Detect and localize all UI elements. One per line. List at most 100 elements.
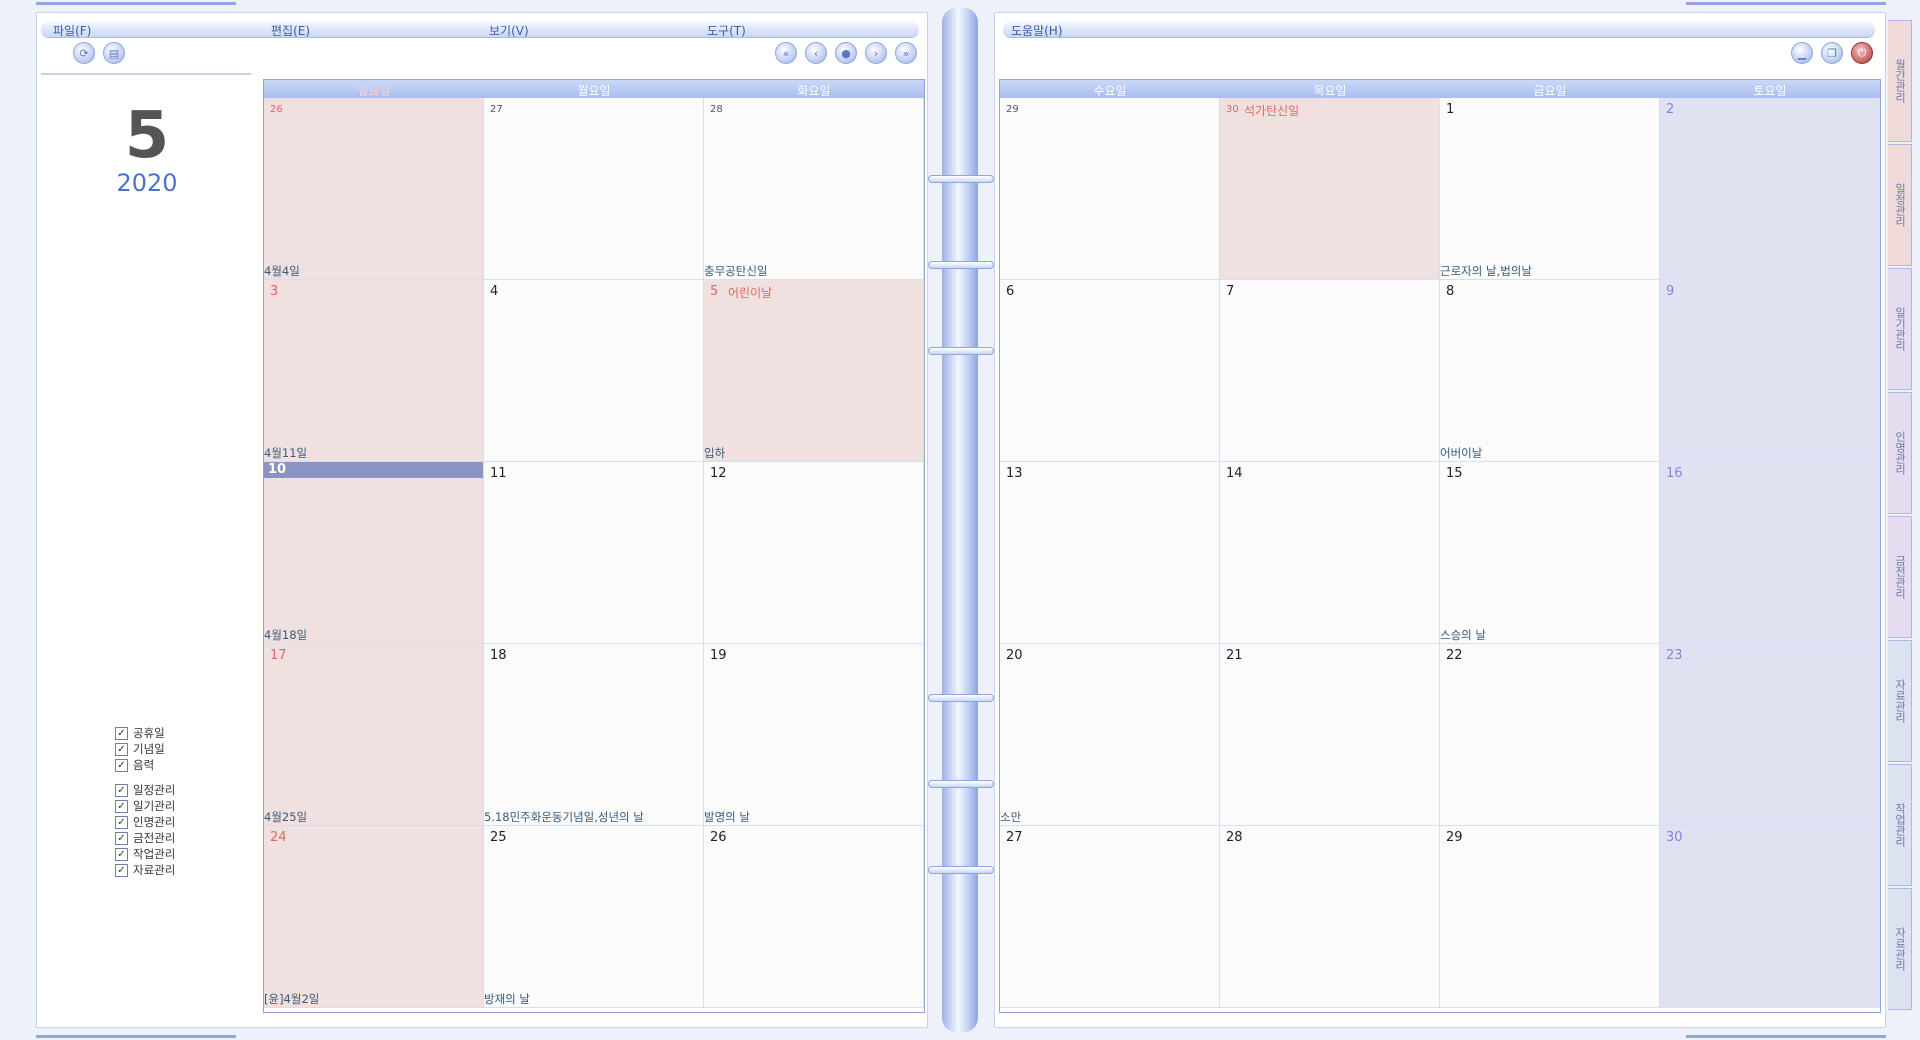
day-number: 30 <box>1666 830 1683 845</box>
binder-ring <box>928 780 994 788</box>
side-tab[interactable]: 인명관리 <box>1888 392 1912 514</box>
checkbox-icon[interactable]: ✓ <box>115 831 128 845</box>
day-cell[interactable]: 13 <box>1000 462 1220 644</box>
day-cell[interactable]: 3 4월11일 <box>264 280 484 462</box>
checkbox-icon[interactable]: ✓ <box>115 742 128 756</box>
day-cell[interactable]: 27 <box>484 98 704 280</box>
checkbox-row[interactable]: ✓ 기념일 <box>115 741 165 757</box>
day-cell[interactable]: 1 근로자의 날,법의날 <box>1440 98 1660 280</box>
checkbox-icon[interactable]: ✓ <box>115 726 128 740</box>
prev-page-icon[interactable]: ‹ <box>805 42 827 64</box>
next-page-icon[interactable]: › <box>865 42 887 64</box>
day-cell[interactable]: 5 어린이날 입하 <box>704 280 924 462</box>
checkbox-row[interactable]: ✓ 일기관리 <box>115 798 175 814</box>
day-cell[interactable]: 10 4월18일 <box>264 462 484 644</box>
day-cell[interactable]: 14 <box>1220 462 1440 644</box>
side-tab[interactable]: 작업관리 <box>1888 764 1912 886</box>
day-cell[interactable]: 28 충무공탄신일 <box>704 98 924 280</box>
checkbox-row[interactable]: ✓ 금전관리 <box>115 830 175 846</box>
day-cell[interactable]: 30 <box>1660 826 1880 1008</box>
day-cell[interactable]: 19 발명의 날 <box>704 644 924 826</box>
day-number: 1 <box>1446 102 1455 117</box>
side-tab[interactable]: 금전관리 <box>1888 516 1912 638</box>
day-cell[interactable]: 24 [윤]4월2일 <box>264 826 484 1008</box>
day-cell[interactable]: 25 방재의 날 <box>484 826 704 1008</box>
day-cell[interactable]: 8 어버이날 <box>1440 280 1660 462</box>
menu-tools[interactable]: 도구(T) <box>707 22 746 39</box>
checkbox-row[interactable]: ✓ 공휴일 <box>115 725 165 741</box>
day-number: 22 <box>1446 648 1463 663</box>
day-number: 28 <box>1226 830 1243 845</box>
day-cell[interactable]: 20 소만 <box>1000 644 1220 826</box>
day-number: 12 <box>710 466 727 481</box>
day-cell[interactable]: 30 석가탄신일 <box>1220 98 1440 280</box>
refresh-icon[interactable]: ⟳ <box>73 42 95 64</box>
day-number: 19 <box>710 648 727 663</box>
day-cell[interactable]: 11 <box>484 462 704 644</box>
day-number: 10 <box>268 462 287 477</box>
checkbox-icon[interactable]: ✓ <box>115 863 128 877</box>
side-tab[interactable]: 월간관리 <box>1888 20 1912 142</box>
day-cell[interactable]: 4 <box>484 280 704 462</box>
checkbox-row[interactable]: ✓ 자료관리 <box>115 862 175 878</box>
day-note: 4월4일 <box>264 264 300 278</box>
menu-help[interactable]: 도움말(H) <box>1011 22 1063 39</box>
menu-file[interactable]: 파일(F) <box>53 22 91 39</box>
day-cell[interactable]: 26 4월4일 <box>264 98 484 280</box>
menu-edit[interactable]: 편집(E) <box>271 22 310 39</box>
minimize-icon[interactable]: ▁ <box>1791 42 1813 64</box>
print-icon[interactable]: ▤ <box>103 42 125 64</box>
day-cell[interactable]: 15 스승의 날 <box>1440 462 1660 644</box>
checkbox-icon[interactable]: ✓ <box>115 799 128 813</box>
day-cell[interactable]: 17 4월25일 <box>264 644 484 826</box>
power-icon[interactable]: ⏻ <box>1851 42 1873 64</box>
weekday-header: 월요일 <box>577 84 611 98</box>
checkbox-icon[interactable]: ✓ <box>115 847 128 861</box>
binder-ring <box>928 694 994 702</box>
first-page-icon[interactable]: « <box>775 42 797 64</box>
checkbox-label: 음력 <box>133 758 155 772</box>
day-number: 20 <box>1006 648 1023 663</box>
day-cell[interactable]: 28 <box>1220 826 1440 1008</box>
day-cell[interactable]: 21 <box>1220 644 1440 826</box>
day-note: 입하 <box>704 446 726 460</box>
day-cell[interactable]: 6 <box>1000 280 1220 462</box>
side-tab[interactable]: 일기관리 <box>1888 268 1912 390</box>
day-number: 26 <box>710 830 727 845</box>
checkbox-row[interactable]: ✓ 작업관리 <box>115 846 175 862</box>
day-cell[interactable]: 7 <box>1220 280 1440 462</box>
side-tab[interactable]: 자료관리 <box>1888 888 1912 1010</box>
day-number: 4 <box>490 284 499 299</box>
last-page-icon[interactable]: » <box>895 42 917 64</box>
day-cell[interactable]: 2 <box>1660 98 1880 280</box>
year-number: 2020 <box>116 169 178 197</box>
day-number: 26 <box>270 104 283 115</box>
day-cell[interactable]: 23 <box>1660 644 1880 826</box>
day-cell[interactable]: 29 <box>1000 98 1220 280</box>
checkbox-row[interactable]: ✓ 일정관리 <box>115 782 175 798</box>
side-tab[interactable]: 일정관리 <box>1888 144 1912 266</box>
menu-view[interactable]: 보기(V) <box>489 22 529 39</box>
day-number: 7 <box>1226 284 1235 299</box>
day-number: 16 <box>1666 466 1683 481</box>
binder-spine <box>942 8 978 1032</box>
day-cell[interactable]: 29 <box>1440 826 1660 1008</box>
today-icon[interactable]: ● <box>835 42 857 64</box>
day-cell[interactable]: 12 <box>704 462 924 644</box>
corner-bottom-right <box>1686 1035 1886 1038</box>
checkbox-icon[interactable]: ✓ <box>115 758 128 772</box>
day-cell[interactable]: 16 <box>1660 462 1880 644</box>
day-cell[interactable]: 26 <box>704 826 924 1008</box>
checkbox-row[interactable]: ✓ 음력 <box>115 757 154 773</box>
day-note: 발명의 날 <box>704 810 750 824</box>
side-tab[interactable]: 자료관리 <box>1888 640 1912 762</box>
checkbox-icon[interactable]: ✓ <box>115 815 128 829</box>
checkbox-icon[interactable]: ✓ <box>115 783 128 797</box>
day-cell[interactable]: 22 <box>1440 644 1660 826</box>
day-cell[interactable]: 27 <box>1000 826 1220 1008</box>
day-cell[interactable]: 18 5.18민주화운동기념일,성년의 날 <box>484 644 704 826</box>
checkbox-row[interactable]: ✓ 인명관리 <box>115 814 175 830</box>
restore-icon[interactable]: ❐ <box>1821 42 1843 64</box>
day-cell[interactable]: 9 <box>1660 280 1880 462</box>
menubar-left: 파일(F) 편집(E) 보기(V) 도구(T) <box>41 21 919 38</box>
